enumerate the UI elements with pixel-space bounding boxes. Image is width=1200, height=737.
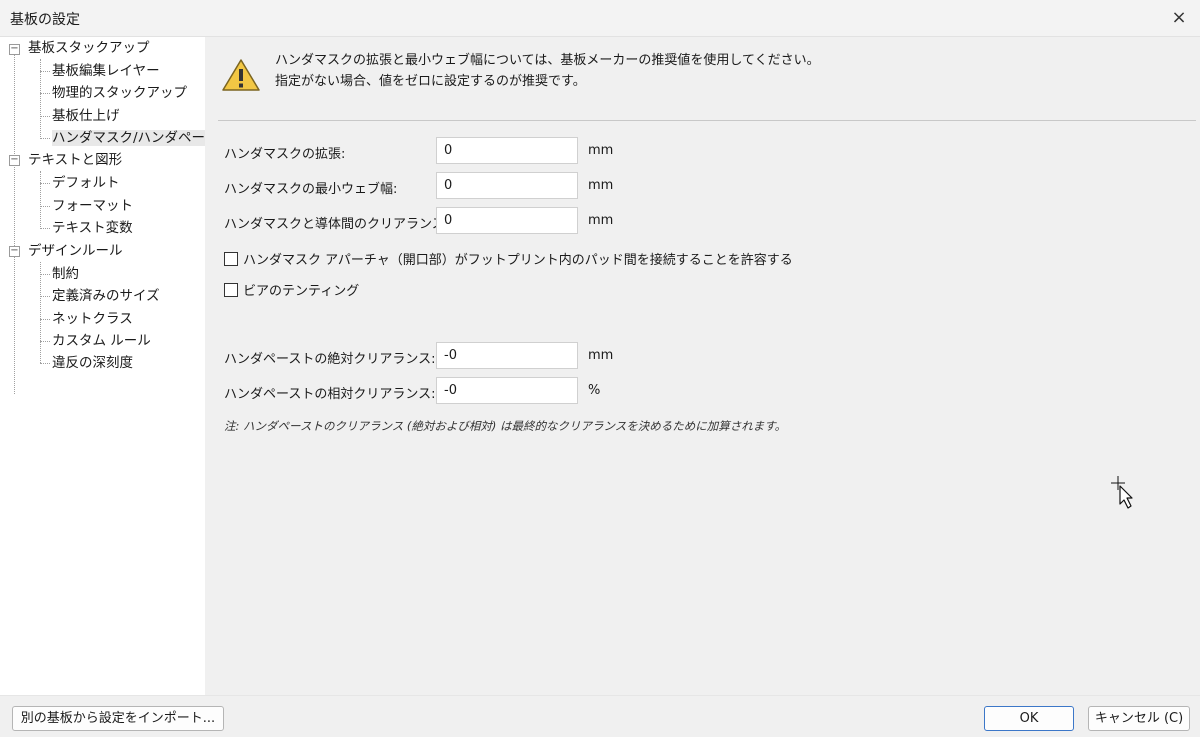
paste-rel-unit: %	[588, 383, 601, 398]
tree-connector	[40, 183, 50, 184]
tree-item-violation-severity[interactable]: 違反の深刻度	[52, 352, 133, 374]
mask-expansion-input[interactable]: 0	[436, 137, 578, 164]
mouse-cursor-icon	[1111, 476, 1133, 509]
mask-to-copper-input[interactable]: 0	[436, 207, 578, 234]
warning-line-1: ハンダマスクの拡張と最小ウェブ幅については、基板メーカーの推奨値を使用してくださ…	[275, 53, 820, 68]
tree-item-predefined-sizes[interactable]: 定義済みのサイズ	[52, 285, 160, 307]
tree-group-label: デザインルール	[28, 243, 123, 259]
paste-abs-input[interactable]: -0	[436, 342, 578, 369]
tree-item-defaults[interactable]: デフォルト	[52, 172, 120, 194]
tree-item-label: カスタム ルール	[52, 333, 151, 349]
divider	[218, 120, 1196, 121]
tree-item-label: デフォルト	[52, 175, 120, 191]
tree-item-label: テキスト変数	[52, 220, 133, 236]
tree-item-physical-stackup[interactable]: 物理的スタックアップ	[52, 82, 187, 104]
tree-item-label: 違反の深刻度	[52, 355, 133, 371]
paste-abs-label: ハンダペーストの絶対クリアランス:	[224, 352, 436, 367]
tree-group-board-stackup[interactable]: 基板スタックアップ	[28, 37, 150, 59]
tree-item-board-finish[interactable]: 基板仕上げ	[52, 105, 120, 127]
checkbox-box[interactable]	[224, 252, 238, 266]
tree-connector	[40, 296, 50, 297]
mask-min-web-label: ハンダマスクの最小ウェブ幅:	[224, 182, 398, 197]
checkbox-label: ビアのテンティング	[243, 284, 360, 299]
mask-expansion-label: ハンダマスクの拡張:	[224, 147, 346, 162]
tree-item-label: 基板編集レイヤー	[52, 63, 160, 79]
tree-connector	[40, 319, 50, 320]
tree-item-constraints[interactable]: 制約	[52, 263, 79, 285]
tree-connector	[14, 54, 15, 394]
tree-item-formatting[interactable]: フォーマット	[52, 195, 133, 217]
tree-group-label: テキストと図形	[28, 152, 123, 168]
tree-item-text-variables[interactable]: テキスト変数	[52, 217, 133, 239]
tree-group-text-graphics[interactable]: テキストと図形	[28, 149, 122, 171]
warning-icon	[222, 59, 260, 91]
checkbox-box[interactable]	[224, 283, 238, 297]
window-title: 基板の設定	[10, 12, 80, 28]
mask-to-copper-label: ハンダマスクと導体間のクリアランス:	[224, 217, 450, 232]
tree-item-label: 基板仕上げ	[52, 108, 120, 124]
tree-connector	[40, 274, 50, 275]
tree-group-label: 基板スタックアップ	[28, 40, 150, 56]
window-titlebar: 基板の設定 ×	[0, 0, 1200, 37]
warning-line-2: 指定がない場合、値をゼロに設定するのが推奨です。	[275, 74, 586, 89]
dialog-footer: 別の基板から設定をインポート... OK キャンセル (C)	[0, 695, 1200, 737]
settings-tree: − 基板スタックアップ 基板編集レイヤー 物理的スタックアップ 基板仕上げ ハン…	[0, 37, 232, 695]
tree-connector	[40, 206, 50, 207]
paste-abs-unit: mm	[588, 348, 614, 363]
tree-connector	[40, 71, 50, 72]
collapse-icon[interactable]: −	[9, 44, 20, 55]
tree-connector	[40, 138, 50, 139]
import-settings-button[interactable]: 別の基板から設定をインポート...	[12, 706, 224, 731]
tree-connector	[40, 116, 50, 117]
mask-min-web-input[interactable]: 0	[436, 172, 578, 199]
tree-item-label: 制約	[52, 266, 79, 282]
tree-connector	[40, 363, 50, 364]
tree-item-label: 定義済みのサイズ	[52, 288, 160, 304]
tree-item-net-classes[interactable]: ネットクラス	[52, 308, 133, 330]
tree-connector	[40, 262, 41, 363]
tent-vias-checkbox[interactable]: ビアのテンティング	[224, 280, 359, 299]
paste-rel-label: ハンダペーストの相対クリアランス:	[224, 387, 436, 402]
paste-rel-input[interactable]: -0	[436, 377, 578, 404]
collapse-icon[interactable]: −	[9, 246, 20, 257]
collapse-icon[interactable]: −	[9, 155, 20, 166]
mask-expansion-unit: mm	[588, 143, 614, 158]
tree-group-design-rules[interactable]: デザインルール	[28, 240, 123, 262]
paste-clearance-note: 注: ハンダペーストのクリアランス (絶対および相対) は最終的なクリアランスを…	[224, 419, 787, 433]
tree-item-label: ネットクラス	[52, 311, 133, 327]
tree-item-label: 物理的スタックアップ	[52, 85, 187, 101]
tree-item-custom-rules[interactable]: カスタム ルール	[52, 330, 151, 352]
allow-bridged-apertures-checkbox[interactable]: ハンダマスク アパーチャ（開口部）がフットプリント内のパッド間を接続することを許…	[224, 249, 793, 268]
tree-connector	[40, 171, 41, 229]
mask-to-copper-unit: mm	[588, 213, 614, 228]
mask-min-web-unit: mm	[588, 178, 614, 193]
warning-message: ハンダマスクの拡張と最小ウェブ幅については、基板メーカーの推奨値を使用してくださ…	[275, 50, 820, 92]
tree-item-board-layers[interactable]: 基板編集レイヤー	[52, 60, 160, 82]
cancel-button[interactable]: キャンセル (C)	[1088, 706, 1190, 731]
close-icon[interactable]: ×	[1166, 5, 1192, 31]
checkbox-label: ハンダマスク アパーチャ（開口部）がフットプリント内のパッド間を接続することを許…	[243, 253, 793, 268]
tree-connector	[40, 93, 50, 94]
tree-connector	[40, 228, 50, 229]
tree-connector	[40, 341, 50, 342]
tree-item-label: フォーマット	[52, 198, 133, 214]
ok-button[interactable]: OK	[984, 706, 1074, 731]
